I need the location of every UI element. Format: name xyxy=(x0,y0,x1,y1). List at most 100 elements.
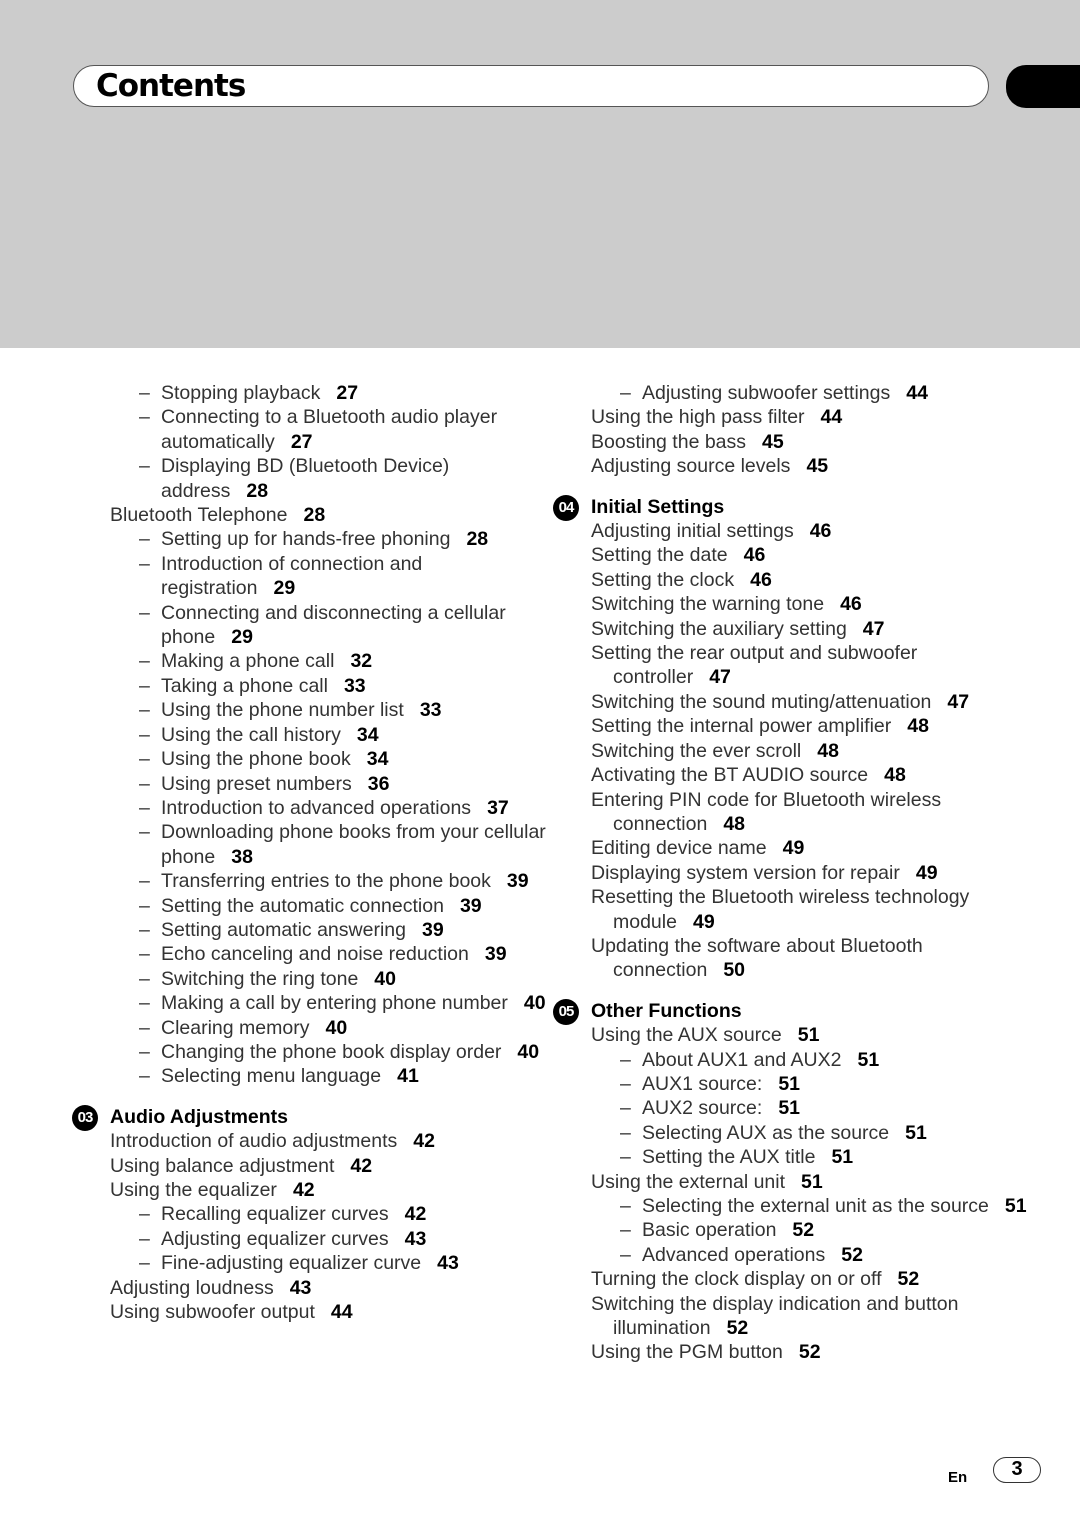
toc-entry[interactable]: Switching the auxiliary setting 47 xyxy=(591,617,1011,641)
entry-title: Using the high pass filter xyxy=(591,406,805,429)
toc-subentry[interactable]: – Selecting the external unit as the sour… xyxy=(591,1194,1042,1218)
toc-subentry[interactable]: – Basic operation 52 xyxy=(591,1218,1042,1242)
toc-subentry[interactable]: – Using preset numbers 36 xyxy=(110,772,561,796)
entry-title: Switching the ever scroll xyxy=(591,739,802,762)
toc-entry[interactable]: Adjusting initial settings 46 xyxy=(591,519,1011,543)
toc-section-heading[interactable]: 03 Audio Adjustments xyxy=(72,1104,530,1131)
entry-title: About AUX1 and AUX2 xyxy=(642,1048,842,1071)
toc-entry[interactable]: Editing device name 49 xyxy=(591,836,1011,860)
toc-entry[interactable]: Activating the BT AUDIO source 48 xyxy=(591,763,1011,787)
dash-bullet: – xyxy=(139,699,150,722)
toc-section-heading[interactable]: 05 Other Functions xyxy=(553,998,1011,1025)
dash-bullet: – xyxy=(620,1097,631,1120)
toc-subentry[interactable]: – Introduction to advanced operations 37 xyxy=(110,796,561,820)
toc-subentry[interactable]: – Setting automatic answering 39 xyxy=(110,918,561,942)
toc-subentry[interactable]: – Displaying BD (Bluetooth Device) addres… xyxy=(110,454,561,503)
toc-entry[interactable]: Setting the date 46 xyxy=(591,543,1011,567)
toc-subentry[interactable]: – Selecting menu language 41 xyxy=(110,1064,561,1088)
toc-subentry[interactable]: – Connecting to a Bluetooth audio player … xyxy=(110,405,561,454)
entry-page-number: 45 xyxy=(762,430,784,453)
entry-title: Switching the warning tone xyxy=(591,593,825,616)
toc-entry[interactable]: Updating the software about Bluetooth con… xyxy=(591,934,1011,983)
toc-subentry[interactable]: – Switching the ring tone 40 xyxy=(110,967,561,991)
entry-title: Using the phone book xyxy=(161,748,351,771)
dash-bullet: – xyxy=(139,528,150,551)
toc-subentry[interactable]: – Setting the automatic connection 39 xyxy=(110,894,561,918)
toc-subentry[interactable]: – Setting up for hands-free phoning 28 xyxy=(110,527,561,551)
toc-entry[interactable]: Adjusting source levels 45 xyxy=(591,454,1011,478)
toc-entry[interactable]: Displaying system version for repair 49 xyxy=(591,861,1011,885)
toc-entry[interactable]: Switching the display indication and but… xyxy=(591,1292,1011,1341)
entry-page-number: 48 xyxy=(884,764,906,787)
toc-subentry[interactable]: – Fine-adjusting equalizer curve 43 xyxy=(110,1251,561,1275)
toc-entry[interactable]: Turning the clock display on or off 52 xyxy=(591,1267,1011,1291)
toc-subentry[interactable]: – Making a phone call 32 xyxy=(110,649,561,673)
entry-page-number: 51 xyxy=(857,1048,880,1071)
entry-title: Making a phone call xyxy=(161,650,335,673)
entry-page-number: 43 xyxy=(289,1276,312,1299)
toc-entry[interactable]: Switching the ever scroll 48 xyxy=(591,739,1011,763)
toc-entry[interactable]: Setting the rear output and subwoofer con… xyxy=(591,641,1011,690)
toc-entry[interactable]: Using the external unit 51 xyxy=(591,1170,1011,1194)
toc-entry[interactable]: Boosting the bass 45 xyxy=(591,430,1011,454)
toc-subentry[interactable]: – About AUX1 and AUX2 51 xyxy=(591,1048,1042,1072)
toc-subentry[interactable]: – Setting the AUX title 51 xyxy=(591,1145,1042,1169)
toc-subentry[interactable]: – Introduction of connection and registra… xyxy=(110,552,561,601)
toc-entry[interactable]: Entering PIN code for Bluetooth wireless… xyxy=(591,788,1011,837)
dash-bullet: – xyxy=(139,748,150,771)
toc-entry[interactable]: Using the high pass filter 44 xyxy=(591,405,1011,429)
toc-entry[interactable]: Bluetooth Telephone 28 xyxy=(110,503,530,527)
toc-subentry[interactable]: – Recalling equalizer curves 42 xyxy=(110,1202,561,1226)
toc-entry[interactable]: Adjusting loudness 43 xyxy=(110,1276,530,1300)
toc-section-heading[interactable]: 04 Initial Settings xyxy=(553,494,1011,521)
toc-subentry[interactable]: – Transferring entries to the phone book 3… xyxy=(110,869,561,893)
toc-entry[interactable]: Setting the clock 46 xyxy=(591,568,1011,592)
entry-title: Editing device name xyxy=(591,837,767,860)
section-number-badge: 05 xyxy=(553,998,579,1025)
entry-title: Using balance adjustment xyxy=(110,1154,335,1177)
entry-title: Using preset numbers xyxy=(161,772,352,795)
toc-entry[interactable]: Switching the sound muting/attenuation 47 xyxy=(591,690,1011,714)
entry-title: Activating the BT AUDIO source xyxy=(591,764,869,787)
toc-entry[interactable]: Using subwoofer output 44 xyxy=(110,1300,530,1324)
toc-subentry[interactable]: – AUX1 source: 51 xyxy=(591,1072,1042,1096)
dash-bullet: – xyxy=(139,1065,150,1088)
toc-left-column: – Stopping playback 27– Connecting to a Blu… xyxy=(72,381,546,1324)
toc-entry[interactable]: Switching the warning tone 46 xyxy=(591,592,1011,616)
toc-entry[interactable]: Using the PGM button 52 xyxy=(591,1340,1011,1364)
toc-entry[interactable]: Resetting the Bluetooth wireless technol… xyxy=(591,885,1011,934)
entry-title: Basic operation xyxy=(642,1219,777,1242)
toc-subentry[interactable]: – Downloading phone books from your cellu… xyxy=(110,820,561,869)
toc-subentry[interactable]: – Clearing memory 40 xyxy=(110,1016,561,1040)
entry-page-number: 27 xyxy=(336,382,359,404)
toc-subentry[interactable]: – Changing the phone book display order 40 xyxy=(110,1040,561,1064)
entry-title: Adjusting initial settings xyxy=(591,520,794,543)
toc-subentry[interactable]: – Connecting and disconnecting a cellular… xyxy=(110,601,561,650)
toc-subentry[interactable]: – Adjusting equalizer curves 43 xyxy=(110,1227,561,1251)
toc-entry[interactable]: Using the equalizer 42 xyxy=(110,1178,530,1202)
entry-title: Echo canceling and noise reduction xyxy=(161,943,469,966)
entry-page-number: 40 xyxy=(517,1040,540,1063)
dash-bullet: – xyxy=(620,1219,631,1242)
toc-subentry[interactable]: – Echo canceling and noise reduction 39 xyxy=(110,942,561,966)
toc-entry[interactable]: Using the AUX source 51 xyxy=(591,1023,1011,1047)
toc-subentry[interactable]: – Using the call history 34 xyxy=(110,723,561,747)
toc-subentry[interactable]: – Selecting AUX as the source 51 xyxy=(591,1121,1042,1145)
entry-title: Taking a phone call xyxy=(161,674,328,697)
dash-bullet: – xyxy=(139,894,150,917)
entry-page-number: 40 xyxy=(523,992,546,1015)
toc-subentry[interactable]: – Making a call by entering phone number 4… xyxy=(110,991,561,1015)
entry-title: Selecting AUX as the source xyxy=(642,1121,890,1144)
entry-title: Downloading phone books from your cellul… xyxy=(161,821,546,868)
toc-subentry[interactable]: – Taking a phone call 33 xyxy=(110,674,561,698)
dash-bullet: – xyxy=(620,1243,631,1266)
toc-entry[interactable]: Using balance adjustment 42 xyxy=(110,1154,530,1178)
toc-subentry[interactable]: – Advanced operations 52 xyxy=(591,1243,1042,1267)
toc-entry[interactable]: Introduction of audio adjustments 42 xyxy=(110,1129,530,1153)
toc-subentry[interactable]: – Adjusting subwoofer settings 44 xyxy=(591,381,1042,405)
toc-subentry[interactable]: – AUX2 source: 51 xyxy=(591,1096,1042,1120)
toc-subentry[interactable]: – Stopping playback 27 xyxy=(110,381,561,405)
toc-subentry[interactable]: – Using the phone number list 33 xyxy=(110,698,561,722)
toc-entry[interactable]: Setting the internal power amplifier 48 xyxy=(591,714,1011,738)
toc-subentry[interactable]: – Using the phone book 34 xyxy=(110,747,561,771)
